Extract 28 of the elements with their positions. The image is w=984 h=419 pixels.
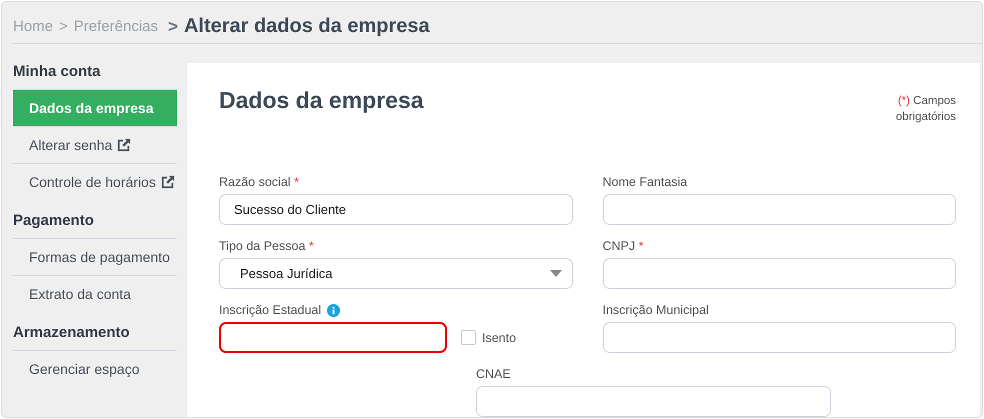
panel-title: Dados da empresa	[219, 87, 424, 114]
field-label: Tipo da Pessoa *	[219, 239, 314, 253]
checkbox[interactable]	[461, 330, 476, 345]
field-label: Inscrição Estadual	[219, 303, 322, 317]
input-field[interactable]	[219, 322, 447, 353]
sidebar-section-title: Pagamento	[13, 212, 95, 231]
caret-icon	[550, 270, 562, 277]
sidebar-item[interactable]: Controle de horários	[13, 163, 177, 200]
sidebar-item[interactable]: Extrato da conta	[13, 275, 177, 312]
sidebar-item[interactable]: Gerenciar espaço	[13, 350, 177, 387]
page-title: Alterar dados da empresa	[184, 15, 430, 38]
input-field[interactable]: Sucesso do Cliente	[219, 194, 572, 225]
field-label: CNPJ *	[602, 239, 644, 253]
checkbox-label: Isento	[482, 330, 516, 344]
sidebar-item[interactable]: Alterar senha	[13, 126, 177, 163]
field-label: Inscrição Municipal	[602, 303, 709, 317]
field-label: Nome Fantasia	[602, 175, 688, 189]
required-note: (*) Campos obrigatórios	[894, 94, 956, 125]
external-link-icon	[160, 175, 175, 189]
breadcrumb-separator: >	[59, 18, 68, 35]
sidebar-section-title: Armazenamento	[13, 324, 131, 343]
field-label: CNAE	[476, 367, 511, 381]
sidebar-item[interactable]: Formas de pagamento	[13, 238, 177, 275]
breadcrumb-separator: >	[168, 16, 178, 36]
select-field[interactable]: Pessoa Jurídica	[219, 258, 572, 289]
field-label: Razão social *	[219, 175, 299, 189]
external-link-icon	[117, 138, 132, 152]
sidebar-section-title: Minha conta	[13, 63, 102, 82]
